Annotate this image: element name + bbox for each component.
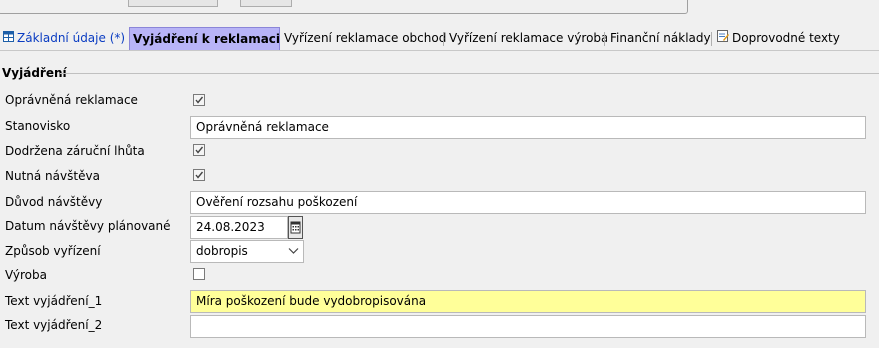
tab-label: Vyřízení reklamace výroba <box>449 31 609 45</box>
checkbox-nutna-navsteva[interactable] <box>193 169 205 181</box>
tab-label: Vyřízení reklamace obchod <box>284 31 447 45</box>
tab-vyrizeni-vyroba[interactable]: Vyřízení reklamace výroba <box>446 28 608 49</box>
chevron-down-icon <box>288 248 299 254</box>
zpusob-vyrizeni-select[interactable]: dobropis <box>190 240 304 263</box>
zpusob-vyrizeni-value: dobropis <box>196 244 248 258</box>
top-panel <box>0 0 688 14</box>
label-text-vyjadreni-2: Text vyjádření_2 <box>5 318 103 332</box>
checkbox-vyroba[interactable] <box>193 268 205 280</box>
check-icon <box>195 171 204 179</box>
label-dodrzena-lhuta: Dodržena záruční lhůta <box>5 144 145 158</box>
calendar-icon <box>290 221 301 234</box>
duvod-navstevy-field[interactable]: Ověření rozsahu poškození <box>190 191 866 214</box>
tab-doprovodne-texty[interactable]: Doprovodné texty <box>714 28 840 49</box>
label-nutna-navsteva: Nutná návštěva <box>5 169 100 183</box>
tab-vyrizeni-obchod[interactable]: Vyřízení reklamace obchod <box>281 28 446 49</box>
top-button-right[interactable] <box>240 0 292 7</box>
tab-label: Finanční náklady <box>610 31 711 45</box>
group-divider <box>60 73 879 74</box>
text-vyjadreni-2-field[interactable] <box>190 315 866 338</box>
top-button-left[interactable] <box>128 0 218 7</box>
edit-document-icon <box>717 28 729 49</box>
label-stanovisko: Stanovisko <box>5 119 71 133</box>
label-vyroba: Výroba <box>5 268 47 282</box>
group-title: Vyjádření <box>2 66 67 80</box>
stanovisko-field[interactable]: Oprávněná reklamace <box>190 116 866 139</box>
tab-label: Vyjádření k reklamaci <box>133 32 281 46</box>
text-vyjadreni-1-field[interactable]: Míra poškození bude vydobropisována <box>190 290 866 313</box>
label-duvod-navstevy: Důvod návštěvy <box>5 195 103 209</box>
tab-separator <box>711 32 712 46</box>
tab-separator <box>604 32 605 46</box>
tab-label: Doprovodné texty <box>732 31 840 45</box>
tab-financni-naklady[interactable]: Finanční náklady <box>607 28 711 49</box>
tab-zakladni-udaje[interactable]: Základní údaje (*) <box>0 28 129 49</box>
tab-vyjadreni-k-reklamaci[interactable]: Vyjádření k reklamaci <box>129 27 280 50</box>
tab-label: Základní údaje (*) <box>17 31 126 45</box>
label-opravnena-reklamace: Oprávněná reklamace <box>5 93 138 107</box>
checkbox-opravnena-reklamace[interactable] <box>193 94 205 106</box>
datum-navstevy-field[interactable]: 24.08.2023 <box>190 216 288 239</box>
label-zpusob-vyrizeni: Způsob vyřízení <box>5 244 101 258</box>
label-datum-navstevy: Datum návštěvy plánované <box>5 219 171 233</box>
table-icon <box>3 28 14 49</box>
tab-separator <box>443 32 444 46</box>
label-text-vyjadreni-1: Text vyjádření_1 <box>5 294 103 308</box>
calendar-button[interactable] <box>288 216 303 239</box>
check-icon <box>195 96 204 104</box>
tab-bar: Základní údaje (*) Vyjádření k reklamaci… <box>0 27 879 51</box>
check-icon <box>195 146 204 154</box>
checkbox-dodrzena-lhuta[interactable] <box>193 144 205 156</box>
